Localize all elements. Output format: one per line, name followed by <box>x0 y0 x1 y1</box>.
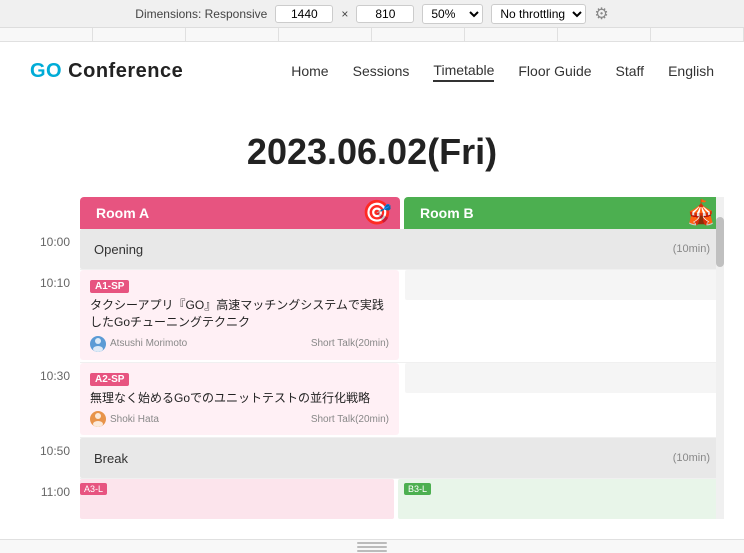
time-1100: 11:00 <box>20 479 80 519</box>
site-header: GO Conference Home Sessions Timetable Fl… <box>0 42 744 101</box>
row-content-1000: Opening (10min) <box>80 229 724 269</box>
time-1030: 10:30 <box>20 363 80 438</box>
row-content-1030: A2-SP 無理なく始めるGoでのユニットテストの並行化戦略 Shoki Hat… <box>80 363 724 438</box>
nav-sessions[interactable]: Sessions <box>353 63 410 81</box>
drag-line-2 <box>357 546 387 548</box>
drag-handle[interactable] <box>357 542 387 552</box>
last-cell-a3[interactable]: A3-L <box>80 479 394 519</box>
empty-b-1030 <box>405 363 724 393</box>
nav-timetable[interactable]: Timetable <box>433 62 494 82</box>
talk-tag-a1: A1-SP <box>90 280 129 293</box>
timetable-row-1000: 10:00 Opening (10min) <box>20 229 724 269</box>
time-1010: 10:10 <box>20 270 80 362</box>
room-a-emoji: 🎯 <box>362 199 392 228</box>
ruler-seg-8 <box>651 28 744 41</box>
nav-staff[interactable]: Staff <box>616 63 645 81</box>
break-duration: (10min) <box>673 452 710 464</box>
speaker-avatar-a2 <box>90 411 106 427</box>
speaker-avatar-a1 <box>90 336 106 352</box>
speaker-name-a1: Atsushi Morimoto <box>110 338 187 349</box>
nav-home[interactable]: Home <box>291 63 328 81</box>
room-b-col-1030 <box>405 363 724 438</box>
logo-rest: Conference <box>62 60 183 82</box>
row-content-1100: A3-L B3-L <box>80 479 724 519</box>
room-b-col-1010 <box>405 270 724 362</box>
timetable-container: Room A 🎯 Room B 🎪 10:00 Opening (10min) <box>20 197 724 519</box>
browser-toolbar: Dimensions: Responsive × 50% 75% 100% No… <box>0 0 744 28</box>
throttling-select[interactable]: No throttling Fast 3G Slow 3G <box>491 4 586 24</box>
nav-floor-guide[interactable]: Floor Guide <box>518 63 591 81</box>
room-header-row: Room A 🎯 Room B 🎪 <box>80 197 724 229</box>
speaker-name-a2: Shoki Hata <box>110 414 159 425</box>
tag-a3: A3-L <box>80 483 107 495</box>
nav-english[interactable]: English <box>668 63 714 81</box>
talk-title-a2: 無理なく始めるGoでのユニットテストの並行化戦略 <box>90 390 389 407</box>
room-a-col-1010: A1-SP タクシーアプリ『GO』高速マッチングシステムで実践したGoチューニン… <box>80 270 399 362</box>
opening-label: Opening <box>94 242 143 257</box>
page-title: 2023.06.02(Fri) <box>0 131 744 173</box>
row-content-1050: Break (10min) <box>80 438 724 478</box>
room-b-label: Room B <box>420 205 474 221</box>
opening-duration: (10min) <box>673 243 710 255</box>
last-cell-b3[interactable]: B3-L <box>398 479 724 519</box>
ruler-seg-2 <box>93 28 186 41</box>
main-content: 2023.06.02(Fri) Room A 🎯 Room B 🎪 10:00 <box>0 101 744 539</box>
speaker-info-a2: Shoki Hata <box>90 411 159 427</box>
row-content-1010: A1-SP タクシーアプリ『GO』高速マッチングシステムで実践したGoチューニン… <box>80 270 724 362</box>
talk-title-a1: タクシーアプリ『GO』高速マッチングシステムで実践したGoチューニングテクニク <box>90 297 389 331</box>
timetable-row-1010: 10:10 A1-SP タクシーアプリ『GO』高速マッチングシステムで実践したG… <box>20 270 724 362</box>
timetable-row-1100: 11:00 A3-L B3-L <box>20 479 724 519</box>
talk-meta-a1: Atsushi Morimoto Short Talk(20min) <box>90 336 389 352</box>
zoom-select[interactable]: 50% 75% 100% <box>422 4 483 24</box>
tag-b3: B3-L <box>404 483 431 495</box>
site-logo[interactable]: GO Conference <box>30 60 183 83</box>
time-1000: 10:00 <box>20 229 80 269</box>
break-session: Break (10min) <box>80 438 724 478</box>
dimension-separator: × <box>341 7 348 21</box>
drag-line-3 <box>357 550 387 552</box>
talk-meta-a2: Shoki Hata Short Talk(20min) <box>90 411 389 427</box>
talk-tag-a2: A2-SP <box>90 373 129 386</box>
speaker-info-a1: Atsushi Morimoto <box>90 336 187 352</box>
opening-session[interactable]: Opening (10min) <box>80 229 724 269</box>
room-b-header: Room B 🎪 <box>404 197 724 229</box>
page-title-section: 2023.06.02(Fri) <box>0 101 744 197</box>
bottom-bar <box>0 539 744 553</box>
ruler-seg-5 <box>372 28 465 41</box>
timetable-row-1050: 10:50 Break (10min) <box>20 438 724 478</box>
talk-card-a2[interactable]: A2-SP 無理なく始めるGoでのユニットテストの並行化戦略 Shoki Hat… <box>80 363 399 436</box>
scrollbar-thumb[interactable] <box>716 217 724 267</box>
room-b-emoji: 🎪 <box>686 199 716 228</box>
ruler-seg-3 <box>186 28 279 41</box>
time-1050: 10:50 <box>20 438 80 478</box>
talk-card-a1[interactable]: A1-SP タクシーアプリ『GO』高速マッチングシステムで実践したGoチューニン… <box>80 270 399 360</box>
height-input[interactable] <box>356 5 414 23</box>
settings-icon[interactable]: ⚙ <box>594 4 608 24</box>
drag-line-1 <box>357 542 387 544</box>
empty-b-1010 <box>405 270 724 300</box>
logo-go: GO <box>30 60 62 82</box>
site-nav: Home Sessions Timetable Floor Guide Staf… <box>291 62 714 82</box>
ruler-seg-6 <box>465 28 558 41</box>
dimensions-label: Dimensions: Responsive <box>135 7 267 21</box>
room-a-label: Room A <box>96 205 149 221</box>
ruler-seg-4 <box>279 28 372 41</box>
timetable-wrapper: Room A 🎯 Room B 🎪 10:00 Opening (10min) <box>0 197 744 519</box>
room-a-header: Room A 🎯 <box>80 197 400 229</box>
width-input[interactable] <box>275 5 333 23</box>
timetable-row-1030: 10:30 A2-SP 無理なく始めるGoでのユニットテストの並行化戦略 <box>20 363 724 438</box>
scrollbar-track[interactable] <box>716 197 724 519</box>
last-row-cells: A3-L B3-L <box>80 479 724 519</box>
room-a-col-1030: A2-SP 無理なく始めるGoでのユニットテストの並行化戦略 Shoki Hat… <box>80 363 399 438</box>
ruler-bar <box>0 28 744 42</box>
ruler-seg-7 <box>558 28 651 41</box>
break-label: Break <box>94 451 128 466</box>
talk-type-a2: Short Talk(20min) <box>311 414 389 425</box>
ruler-seg-1 <box>0 28 93 41</box>
talk-type-a1: Short Talk(20min) <box>311 338 389 349</box>
